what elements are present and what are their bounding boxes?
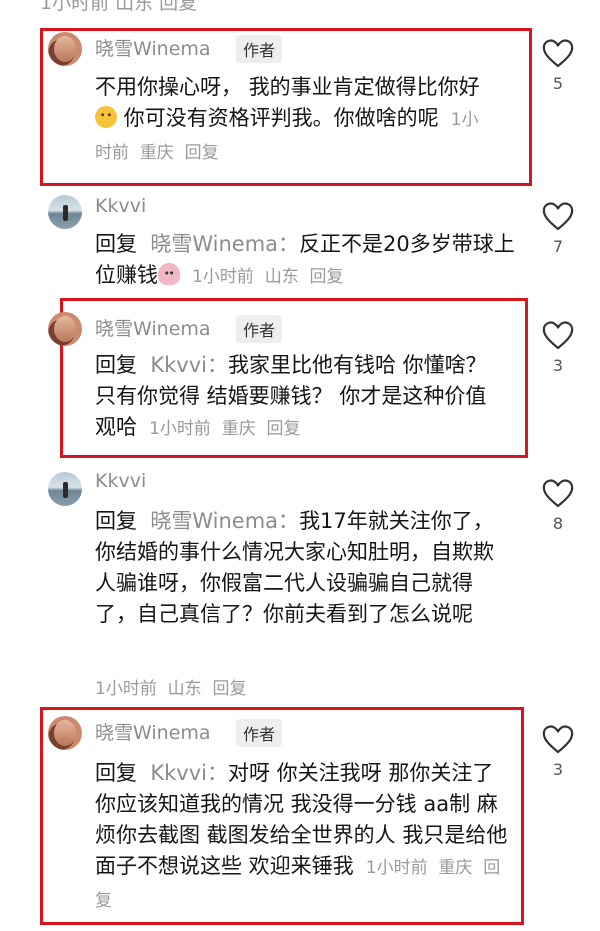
reply-target[interactable]: 晓雪Winema： (150, 232, 299, 256)
heart-icon[interactable] (542, 724, 574, 754)
comment-meta: 1小时前 山东 回复 (95, 679, 247, 699)
like-button[interactable]: 5 (538, 38, 578, 93)
author-badge: 作者 (236, 315, 283, 343)
comment-meta: 1小时前 重庆 回复 (149, 419, 301, 439)
avatar[interactable] (48, 195, 82, 229)
comment-meta: 1小时前 山东 回复 (192, 267, 344, 287)
username[interactable]: Kkvvi (95, 195, 146, 217)
like-button[interactable]: 7 (538, 201, 578, 256)
like-button[interactable]: 8 (538, 478, 578, 533)
like-button[interactable]: 3 (538, 724, 578, 779)
avatar[interactable] (48, 312, 82, 346)
heart-icon[interactable] (542, 478, 574, 508)
comment-text: 回复 晓雪Winema：反正不是20多岁带球上位赚钱 1小时前 山东 回复 (95, 232, 515, 287)
username[interactable]: 晓雪Winema (95, 34, 211, 61)
username[interactable]: Kkvvi (95, 470, 146, 492)
username[interactable]: 晓雪Winema (95, 314, 211, 341)
avatar[interactable] (48, 32, 82, 66)
reply-target[interactable]: 晓雪Winema： (150, 509, 299, 533)
comment-text: 不用你操心呀， 我的事业肯定做得比你好 你可没有资格评判我。你做啥的呢 1小时前… (95, 75, 480, 163)
heart-icon[interactable] (542, 320, 574, 350)
avatar[interactable] (48, 716, 82, 750)
heart-icon[interactable] (542, 38, 574, 68)
like-count: 8 (552, 514, 564, 533)
author-badge: 作者 (236, 35, 283, 63)
like-count: 5 (552, 74, 564, 93)
reply-button[interactable]: 回复 (185, 143, 219, 163)
comment-text: 回复 Kkvvi：我家里比他有钱哈 你懂啥？ 只有你觉得 结婚要赚钱？ 你才是这… (95, 353, 487, 439)
like-count: 3 (552, 356, 564, 375)
avatar[interactable] (48, 472, 82, 506)
heart-icon[interactable] (542, 201, 574, 231)
reply-button[interactable]: 回复 (267, 419, 301, 439)
pile-face-icon (158, 263, 180, 285)
reply-target[interactable]: Kkvvi： (150, 761, 228, 785)
like-count: 7 (552, 237, 564, 256)
author-badge: 作者 (236, 719, 283, 747)
like-count: 3 (552, 760, 564, 779)
reply-target[interactable]: Kkvvi： (150, 353, 228, 377)
comment-text: 回复 Kkvvi：对呀 你关注我呀 那你关注了你应该知道我的情况 我没得一分钱 … (95, 761, 508, 911)
reply-button[interactable]: 回复 (212, 679, 246, 699)
reply-button[interactable]: 回复 (310, 267, 344, 287)
like-button[interactable]: 3 (538, 320, 578, 375)
top-meta: 1小时前 山东 回复 (40, 0, 198, 14)
thinking-face-icon (95, 106, 117, 128)
username[interactable]: 晓雪Winema (95, 718, 211, 745)
comment-text: 回复 晓雪Winema：我17年就关注你了，你结婚的事什么情况大家心知肚明，自欺… (95, 509, 494, 626)
